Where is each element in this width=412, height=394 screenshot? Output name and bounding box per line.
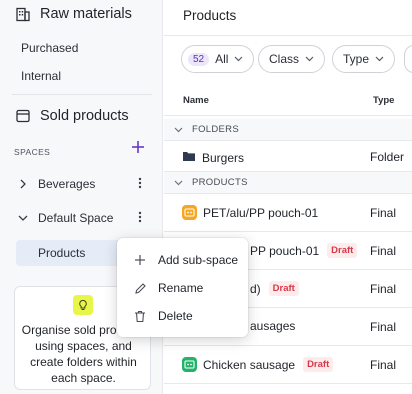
menu-item-label: Rename: [158, 281, 204, 295]
tree-item-label: Default Space: [38, 211, 114, 225]
group-header-products[interactable]: PRODUCTS: [164, 172, 412, 194]
tree-item-label: Products: [38, 246, 86, 260]
window-icon: [14, 107, 32, 125]
context-menu: Add sub-space Rename Delete: [117, 238, 248, 337]
filter-more[interactable]: [404, 45, 412, 73]
column-header-name[interactable]: Name: [183, 95, 209, 106]
table-row[interactable]: Burgers Folder: [164, 141, 412, 172]
chevron-down-icon[interactable]: [174, 178, 183, 188]
menu-item-delete[interactable]: Delete: [117, 302, 248, 330]
filter-label: Class: [269, 52, 300, 66]
product-icon: [182, 357, 197, 372]
sold-products-header[interactable]: Sold products: [14, 107, 129, 125]
menu-item-rename[interactable]: Rename: [117, 274, 248, 302]
chevron-down-icon[interactable]: [174, 125, 183, 135]
filter-all[interactable]: 52 All: [181, 45, 255, 73]
filter-type[interactable]: Type: [332, 45, 396, 73]
draft-badge: Draft: [327, 243, 358, 258]
tree-item-default-space[interactable]: Default Space: [14, 205, 152, 231]
group-label: FOLDERS: [192, 124, 239, 135]
sidebar-item-purchased[interactable]: Purchased: [21, 41, 78, 55]
spaces-label: SPACES: [14, 147, 51, 157]
chevron-down-icon[interactable]: [14, 214, 32, 222]
tree-item-label: Beverages: [38, 177, 96, 191]
draft-badge: Draft: [303, 357, 334, 372]
raw-materials-title: Raw materials: [40, 6, 132, 22]
group-header-folders[interactable]: FOLDERS: [164, 119, 412, 141]
table-header: Name Type: [164, 86, 412, 116]
draft-badge: Draft: [268, 281, 299, 296]
plus-icon: [133, 253, 147, 267]
folder-icon: [182, 150, 196, 165]
row-name: Burgers: [202, 150, 245, 165]
menu-item-label: Delete: [158, 309, 193, 323]
row-type: Final: [370, 282, 397, 296]
add-space-button[interactable]: [130, 140, 146, 156]
chevron-right-icon[interactable]: [14, 179, 32, 189]
chevron-down-icon: [234, 54, 243, 64]
product-icon: [182, 205, 197, 220]
row-type: Final: [370, 358, 397, 372]
row-type: Final: [370, 320, 397, 334]
lightbulb-icon: [73, 295, 93, 315]
group-label: PRODUCTS: [192, 177, 248, 188]
filter-label: Type: [343, 52, 370, 66]
row-name: PET/alu/PP pouch-01: [203, 205, 319, 220]
menu-item-add-sub-space[interactable]: Add sub-space: [117, 246, 248, 274]
kebab-menu-icon[interactable]: [138, 211, 142, 226]
sold-products-title: Sold products: [40, 108, 129, 124]
menu-item-label: Add sub-space: [158, 253, 239, 267]
row-type: Final: [370, 244, 397, 258]
row-name: ausages: [250, 319, 296, 333]
row-type: Final: [370, 206, 397, 220]
column-header-type[interactable]: Type: [373, 95, 394, 106]
sidebar-item-internal[interactable]: Internal: [21, 69, 61, 83]
filter-label: All: [215, 52, 229, 66]
count-badge: 52: [188, 52, 210, 66]
pencil-icon: [133, 281, 147, 295]
trash-icon: [133, 309, 147, 323]
row-name: Chicken sausage: [203, 357, 296, 372]
tree-item-beverages[interactable]: Beverages: [14, 171, 152, 197]
raw-materials-header[interactable]: Raw materials: [14, 5, 132, 23]
page-title: Products: [183, 8, 237, 23]
plus-icon: [132, 141, 144, 153]
chevron-down-icon: [375, 54, 384, 64]
filter-class[interactable]: Class: [258, 45, 326, 73]
table-row[interactable]: PET/alu/PP pouch-01 Final: [164, 194, 412, 232]
table-row[interactable]: Chicken sausage Draft Final: [164, 346, 412, 384]
building-icon: [14, 5, 32, 23]
divider: [164, 35, 412, 36]
chevron-down-icon: [305, 54, 314, 64]
divider: [12, 94, 152, 95]
row-name: d): [250, 281, 261, 296]
kebab-menu-icon[interactable]: [138, 177, 142, 192]
row-type: Folder: [370, 150, 405, 164]
row-name: PP pouch-01: [250, 243, 320, 258]
